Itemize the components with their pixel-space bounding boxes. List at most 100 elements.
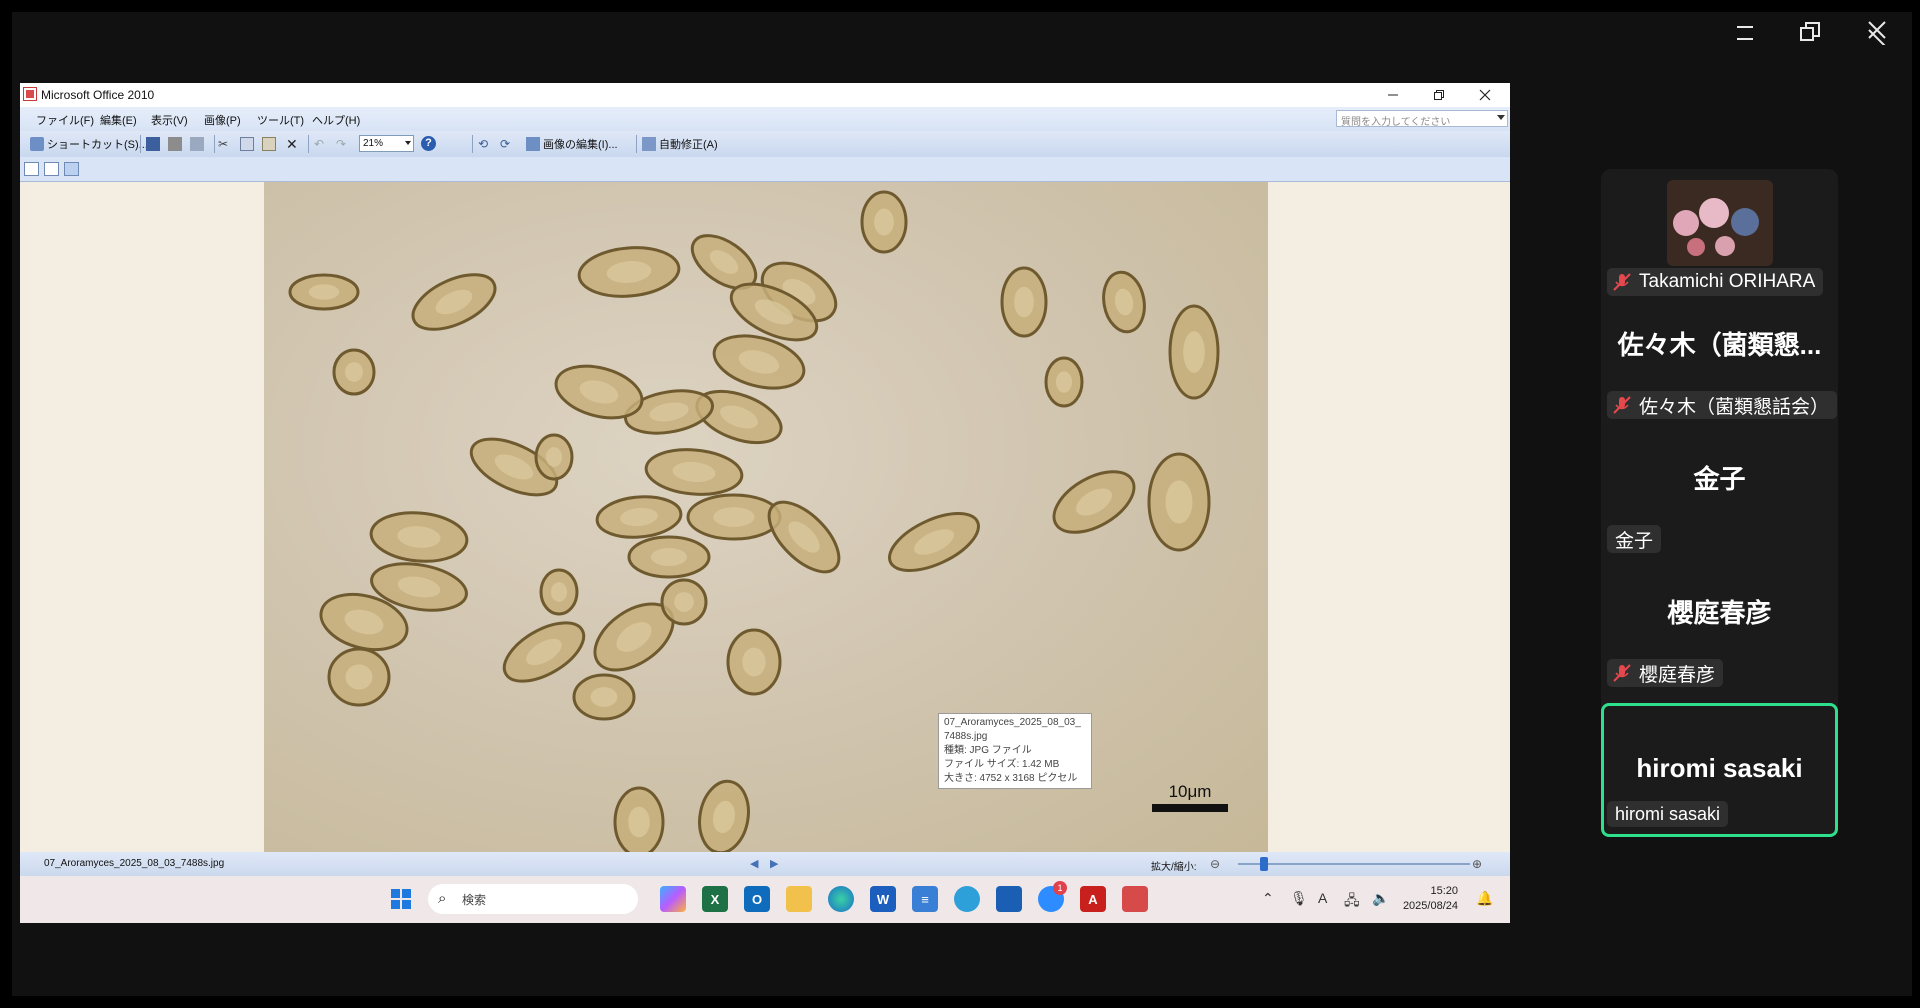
toolbar-divider (472, 135, 473, 153)
menu-tools[interactable]: ツール(T) (257, 112, 304, 128)
file-explorer-icon[interactable] (786, 886, 812, 912)
edit-picture-label: 画像の編集(I)... (543, 139, 618, 151)
close-icon[interactable] (1857, 14, 1897, 50)
participant-name-tag: 佐々木（菌類懇話会） (1607, 391, 1838, 419)
zoom-slider-thumb[interactable] (1259, 857, 1268, 871)
participant-tile[interactable]: 金子 金子 (1601, 431, 1838, 565)
spore-inner (674, 592, 694, 612)
chevron-up-icon[interactable]: ⌃ (1262, 890, 1274, 907)
microphone-icon[interactable]: 🎙 (1290, 890, 1308, 907)
participant-tile[interactable]: Takamichi ORIHARA (1601, 169, 1838, 297)
excel-icon[interactable]: X (702, 886, 728, 912)
app-restore-button[interactable] (1416, 83, 1462, 107)
ask-question-input[interactable]: 質問を入力してください (1336, 110, 1508, 128)
active-speaker-border (1601, 703, 1838, 837)
muted-microphone-icon (1613, 664, 1631, 682)
word-icon[interactable]: W (870, 886, 896, 912)
spore-inner (742, 647, 766, 677)
acrobat-icon[interactable]: A (1080, 886, 1106, 912)
notifications-icon[interactable]: 🔔 (1476, 890, 1493, 907)
participant-display-name: 櫻庭春彦 (1667, 598, 1772, 628)
minimize-icon[interactable] (1726, 14, 1766, 50)
copy-button[interactable] (240, 136, 254, 152)
zoom-select[interactable]: 21% (359, 135, 414, 152)
tooltip-line: ファイル サイズ: 1.42 MB (944, 759, 1060, 770)
chevron-down-icon[interactable] (405, 141, 411, 145)
participant-avatar (1667, 180, 1773, 266)
muted-microphone-icon (1613, 273, 1631, 291)
undo-icon: ↶ (314, 137, 325, 151)
shared-screen: Microsoft Office 2010 ファイル(F) 編集(E) 表示(V… (20, 83, 1510, 923)
shortcut-button[interactable]: ショートカット(S)... (30, 136, 148, 152)
undo-button[interactable]: ↶ (314, 136, 328, 152)
ask-question-placeholder: 質問を入力してください (1341, 117, 1451, 128)
view-toolbar (20, 157, 1510, 182)
scale-bar-label: 10μm (1168, 782, 1212, 801)
participant-tile[interactable]: 櫻庭春彦 櫻庭春彦 (1601, 565, 1838, 699)
menu-help[interactable]: ヘルプ(H) (312, 112, 360, 128)
office-picture-manager-icon (23, 87, 37, 101)
spore-inner (1183, 331, 1205, 373)
picture-manager-taskbar-icon[interactable] (1122, 886, 1148, 912)
search-placeholder: 検索 (462, 893, 487, 907)
ime-icon[interactable]: A (1318, 890, 1327, 906)
zoom-slider[interactable] (1238, 863, 1470, 865)
next-picture-icon[interactable]: ▶ (770, 857, 778, 870)
rotate-left-icon: ⟲ (478, 137, 489, 151)
menu-view[interactable]: 表示(V) (151, 112, 188, 128)
edit-picture-button[interactable]: 画像の編集(I)... (526, 136, 618, 152)
notification-badge: 1 (1053, 881, 1067, 895)
single-picture-view-icon[interactable] (64, 162, 79, 176)
rotate-right-button[interactable]: ⟳ (500, 136, 514, 152)
save-button[interactable] (146, 136, 160, 152)
auto-correct-button[interactable]: 自動修正(A) (642, 136, 718, 152)
spore-inner (590, 687, 618, 707)
thumbnail-view-icon[interactable] (24, 162, 39, 176)
menu-file[interactable]: ファイル(F) (36, 112, 94, 128)
copy-to-icon (190, 137, 204, 151)
spore-inner (545, 447, 563, 467)
participant-tile[interactable]: 佐々木（菌類懇... 佐々木（菌類懇話会） (1601, 297, 1838, 431)
taskbar-clock[interactable]: 15:20 2025/08/24 (1400, 884, 1458, 914)
rotate-left-button[interactable]: ⟲ (478, 136, 492, 152)
copy-to-button[interactable] (190, 136, 204, 152)
chevron-down-icon[interactable] (1497, 115, 1505, 120)
print-button[interactable] (168, 136, 182, 152)
app-minimize-button[interactable] (1370, 83, 1416, 107)
print-icon (168, 137, 182, 151)
help-icon[interactable]: ? (421, 136, 436, 151)
file-info-tooltip: 07_Aroramyces_2025_08_03_ 7488s.jpg 種類: … (938, 713, 1092, 789)
menu-edit[interactable]: 編集(E) (100, 112, 137, 128)
network-icon[interactable]: 🖧 (1344, 890, 1360, 914)
toolbar-divider (636, 135, 637, 153)
participant-name-tag: Takamichi ORIHARA (1607, 268, 1824, 296)
windows-start-icon[interactable] (388, 886, 414, 912)
spore-inner (345, 362, 363, 382)
zoom-in-icon[interactable]: ⊕ (1472, 857, 1482, 871)
cut-button[interactable]: ✂ (218, 136, 232, 152)
outlook-icon[interactable]: O (744, 886, 770, 912)
microscope-image: 10μm (264, 182, 1268, 852)
notepad-icon[interactable]: ≡ (912, 886, 938, 912)
delete-button[interactable]: ✕ (286, 136, 300, 152)
zoom-out-icon[interactable]: ⊖ (1210, 857, 1220, 871)
spore-inner (308, 284, 340, 300)
previous-picture-icon[interactable]: ◀ (750, 857, 758, 870)
copilot-icon[interactable] (660, 886, 686, 912)
app-close-button[interactable] (1462, 83, 1508, 107)
redo-icon: ↷ (336, 137, 347, 151)
volume-icon[interactable]: 🔈 (1372, 890, 1389, 907)
shortcut-icon (30, 137, 44, 151)
restore-icon[interactable] (1790, 14, 1830, 50)
taskbar-search[interactable]: ⌕ 検索 (428, 884, 638, 914)
ms-store-icon[interactable] (996, 886, 1022, 912)
participant-name: 金子 (1615, 530, 1654, 552)
redo-button[interactable]: ↷ (336, 136, 350, 152)
filmstrip-view-icon[interactable] (44, 162, 59, 176)
spore-inner (874, 208, 894, 236)
menu-picture[interactable]: 画像(P) (204, 112, 241, 128)
paste-button[interactable] (262, 136, 276, 152)
edge-icon[interactable] (828, 886, 854, 912)
cut-icon: ✂ (218, 137, 229, 151)
app-icon[interactable] (954, 886, 980, 912)
